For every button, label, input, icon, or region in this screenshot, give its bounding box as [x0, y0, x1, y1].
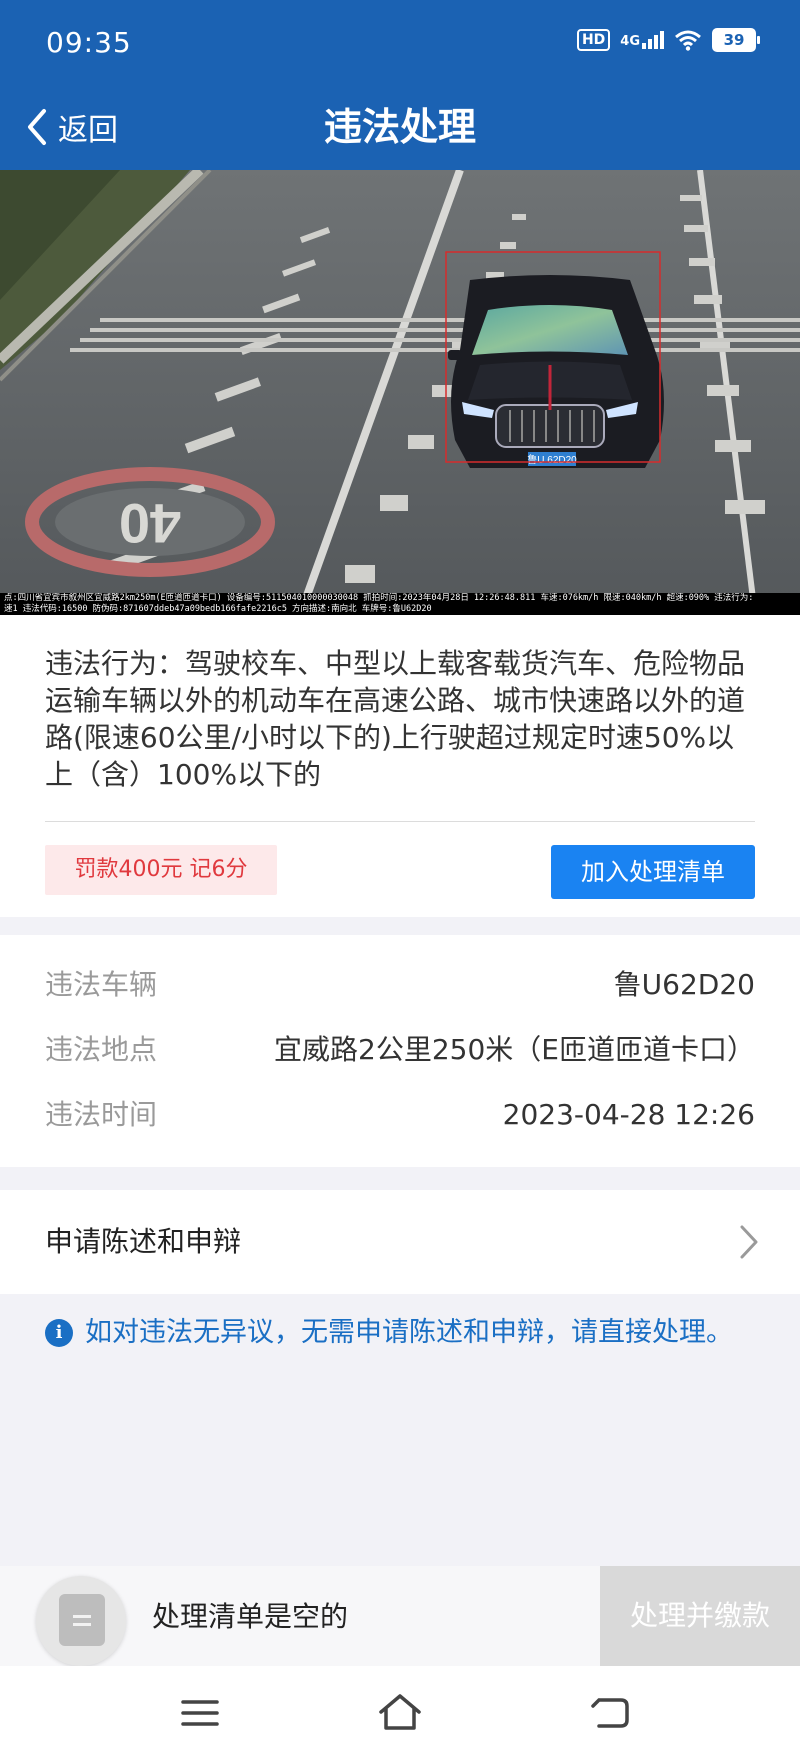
plate-text: 鲁U 62D20	[527, 453, 577, 466]
back-icon[interactable]	[585, 1688, 635, 1738]
wifi-icon	[675, 30, 701, 51]
detail-label: 违法时间	[45, 1098, 158, 1131]
violation-photo[interactable]: 40 鲁U 62D20 点:四川省宜宾市叙州区宜威路2km250m(E匝道匝道卡…	[0, 170, 800, 615]
appeal-row[interactable]: 申请陈述和申辩	[0, 1190, 800, 1294]
road-scene: 40 鲁U 62D20	[0, 170, 800, 615]
appeal-label: 申请陈述和申辩	[45, 1225, 242, 1258]
status-bar: 09:35 HD 4G 39	[0, 0, 800, 84]
page-title: 违法处理	[323, 105, 476, 149]
nav-bar: 返回 违法处理	[0, 84, 800, 170]
speed-marking: 40	[119, 492, 181, 555]
detail-label: 违法车辆	[45, 968, 158, 1001]
detail-value: 2023-04-28 12:26	[502, 1098, 755, 1131]
detail-value: 鲁U62D20	[613, 968, 755, 1001]
photo-caption-line-2: 速1 违法代码:16500 防伪码:871607ddeb47a09bedb166…	[4, 604, 432, 614]
car: 鲁U 62D20	[448, 275, 664, 468]
list-icon[interactable]	[36, 1576, 126, 1666]
network-type-label: 4G	[620, 34, 640, 49]
violation-card: 违法行为：驾驶校车、中型以上载客载货汽车、危险物品运输车辆以外的机动车在高速公路…	[0, 615, 800, 917]
home-icon[interactable]	[375, 1688, 425, 1738]
chevron-right-icon	[740, 1225, 758, 1259]
violation-description: 违法行为：驾驶校车、中型以上载客载货汽车、危险物品运输车辆以外的机动车在高速公路…	[45, 647, 746, 791]
status-icons: HD 4G 39	[576, 28, 760, 52]
system-nav-bar	[0, 1666, 800, 1760]
hd-icon: HD	[576, 29, 611, 51]
detail-row-time: 违法时间 2023-04-28 12:26	[45, 1095, 755, 1135]
photo-caption-line-1: 点:四川省宜宾市叙州区宜威路2km250m(E匝道匝道卡口) 设备编号:5115…	[4, 593, 754, 603]
detail-row-location: 违法地点 宜威路2公里250米（E匝道匝道卡口）	[45, 1030, 755, 1070]
photo-caption: 点:四川省宜宾市叙州区宜威路2km250m(E匝道匝道卡口) 设备编号:5115…	[0, 593, 800, 615]
add-to-list-button[interactable]: 加入处理清单	[551, 845, 755, 899]
detail-row-vehicle: 违法车辆 鲁U62D20	[45, 965, 755, 1005]
list-empty-text: 处理清单是空的	[152, 1600, 349, 1633]
list-icon-glyph	[59, 1594, 105, 1646]
cellular-signal-icon: 4G	[620, 31, 664, 49]
penalty-badge: 罚款400元 记6分	[45, 845, 277, 895]
bottom-action-bar: 处理清单是空的 处理并缴款	[0, 1566, 800, 1666]
process-and-pay-button[interactable]: 处理并缴款	[600, 1566, 800, 1666]
battery-icon: 39	[712, 28, 760, 52]
detail-value: 宜威路2公里250米（E匝道匝道卡口）	[274, 1033, 755, 1066]
notice-text: 如对违法无异议，无需申请陈述和申辩，请直接处理。	[85, 1317, 733, 1348]
detail-label: 违法地点	[45, 1033, 158, 1066]
divider	[45, 821, 755, 822]
menu-icon[interactable]	[175, 1688, 225, 1738]
app-header: 09:35 HD 4G 39 返回 违法处理	[0, 0, 800, 170]
status-time: 09:35	[46, 26, 132, 59]
info-icon: i	[45, 1319, 73, 1347]
details-card: 违法车辆 鲁U62D20 违法地点 宜威路2公里250米（E匝道匝道卡口） 违法…	[0, 935, 800, 1167]
